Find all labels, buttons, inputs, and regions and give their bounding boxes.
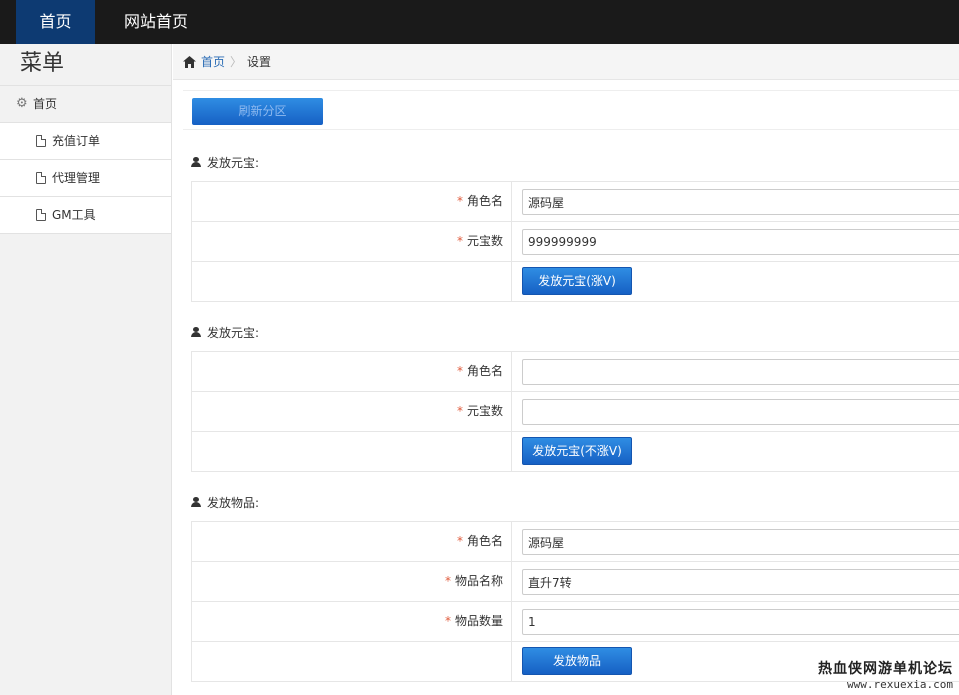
button-cell: 发放元宝(涨V): [513, 262, 959, 301]
file-icon: [36, 172, 46, 184]
breadcrumb-home-link[interactable]: 首页: [201, 53, 225, 70]
role-label: * 角色名: [192, 352, 512, 391]
button-cell: 发放元宝(不涨V): [513, 432, 959, 471]
user-icon: [191, 157, 201, 167]
give-ingot-no-vip-button[interactable]: 发放元宝(不涨V): [522, 437, 632, 465]
refresh-partition-button[interactable]: 刷新分区: [192, 98, 323, 125]
label-text: 角色名: [466, 534, 503, 548]
role-name-input[interactable]: [522, 359, 959, 385]
sidebar-item-label: 代理管理: [52, 170, 101, 185]
gear-icon: ⚙: [16, 96, 28, 111]
top-navbar: 首页 网站首页: [0, 0, 959, 44]
required-mark: *: [456, 404, 463, 418]
sidebar: 菜单 ⚙ 首页 充值订单 代理管理 GM工具: [0, 44, 172, 695]
section-title-text: 发放元宝:: [207, 325, 260, 340]
sidebar-title: 菜单: [0, 44, 171, 86]
label-text: 元宝数: [466, 404, 503, 418]
item-name-label: * 物品名称: [192, 562, 512, 601]
input-cell: [513, 352, 959, 391]
form-row-role: * 角色名: [192, 182, 959, 222]
breadcrumb: 首页 〉 设置: [173, 44, 959, 80]
form-row-role: * 角色名: [192, 352, 959, 392]
nav-home-tab[interactable]: 首页: [16, 0, 95, 44]
watermark-url: www.rexuexia.com: [847, 678, 953, 691]
ingot-amount-input[interactable]: [522, 399, 959, 425]
item-qty-label: * 物品数量: [192, 602, 512, 641]
home-icon: [183, 55, 196, 68]
sidebar-group-home[interactable]: ⚙ 首页: [0, 86, 171, 123]
required-mark: *: [444, 614, 451, 628]
ingot-amount-input[interactable]: [522, 229, 959, 255]
amount-label: * 元宝数: [192, 222, 512, 261]
breadcrumb-separator: 〉: [230, 55, 243, 69]
sidebar-item-gm-tools[interactable]: GM工具: [0, 197, 171, 234]
label-text: 角色名: [466, 194, 503, 208]
label-text: 角色名: [466, 364, 503, 378]
item-name-input[interactable]: [522, 569, 959, 595]
label-text: 元宝数: [466, 234, 503, 248]
form-row-item-qty: * 物品数量: [192, 602, 959, 642]
give-ingot-vip-button[interactable]: 发放元宝(涨V): [522, 267, 632, 295]
watermark-title: 热血侠网游单机论坛: [818, 661, 953, 677]
input-cell: [513, 522, 959, 561]
item-quantity-input[interactable]: [522, 609, 959, 635]
required-mark: *: [456, 534, 463, 548]
role-name-input[interactable]: [522, 529, 959, 555]
section-title-give-item: 发放物品:: [191, 494, 259, 510]
amount-label: * 元宝数: [192, 392, 512, 431]
sidebar-item-label: 充值订单: [52, 133, 101, 148]
sidebar-item-agent-management[interactable]: 代理管理: [0, 160, 171, 197]
user-icon: [191, 327, 201, 337]
form-row-amount: * 元宝数: [192, 222, 959, 262]
form-row-role: * 角色名: [192, 522, 959, 562]
sidebar-group-label: 首页: [33, 96, 58, 111]
form-row-amount: * 元宝数: [192, 392, 959, 432]
watermark: 热血侠网游单机论坛 www.rexuexia.com: [818, 658, 953, 691]
section-title-give-ingot-no-vip: 发放元宝:: [191, 324, 259, 340]
input-cell: [513, 222, 959, 261]
section-title-text: 发放物品:: [207, 495, 260, 510]
sidebar-item-recharge-orders[interactable]: 充值订单: [0, 123, 171, 160]
empty-label-cell: [192, 642, 512, 681]
input-cell: [513, 182, 959, 221]
section-title-text: 发放元宝:: [207, 155, 260, 170]
empty-label-cell: [192, 262, 512, 301]
sidebar-item-label: GM工具: [52, 207, 96, 222]
section-title-give-ingot-vip: 发放元宝:: [191, 154, 259, 170]
form-row-action: 发放元宝(涨V): [192, 262, 959, 302]
required-mark: *: [456, 234, 463, 248]
empty-label-cell: [192, 432, 512, 471]
top-action-bar: 刷新分区: [183, 90, 959, 130]
required-mark: *: [456, 194, 463, 208]
user-icon: [191, 497, 201, 507]
form-row-item-name: * 物品名称: [192, 562, 959, 602]
main-content: 首页 〉 设置 刷新分区 发放元宝: *角色名 *元宝数 发放元宝(涨V): [173, 44, 959, 695]
file-icon: [36, 209, 46, 221]
nav-site-home-tab[interactable]: 网站首页: [110, 0, 202, 44]
role-label: * 角色名: [192, 182, 512, 221]
required-mark: *: [444, 574, 451, 588]
required-mark: *: [456, 364, 463, 378]
form-give-ingot-no-vip: * 角色名 * 元宝数 发放元宝(不涨V): [191, 351, 959, 472]
input-cell: [513, 562, 959, 601]
role-name-input[interactable]: [522, 189, 959, 215]
file-icon: [36, 135, 46, 147]
input-cell: [513, 392, 959, 431]
form-row-action: 发放元宝(不涨V): [192, 432, 959, 472]
form-give-ingot-vip: *角色名 *元宝数 发放元宝(涨V): [191, 181, 959, 302]
input-cell: [513, 602, 959, 641]
breadcrumb-current: 设置: [247, 55, 272, 69]
role-label: * 角色名: [192, 522, 512, 561]
give-item-button[interactable]: 发放物品: [522, 647, 632, 675]
label-text: 物品名称: [454, 574, 503, 588]
label-text: 物品数量: [454, 614, 503, 628]
